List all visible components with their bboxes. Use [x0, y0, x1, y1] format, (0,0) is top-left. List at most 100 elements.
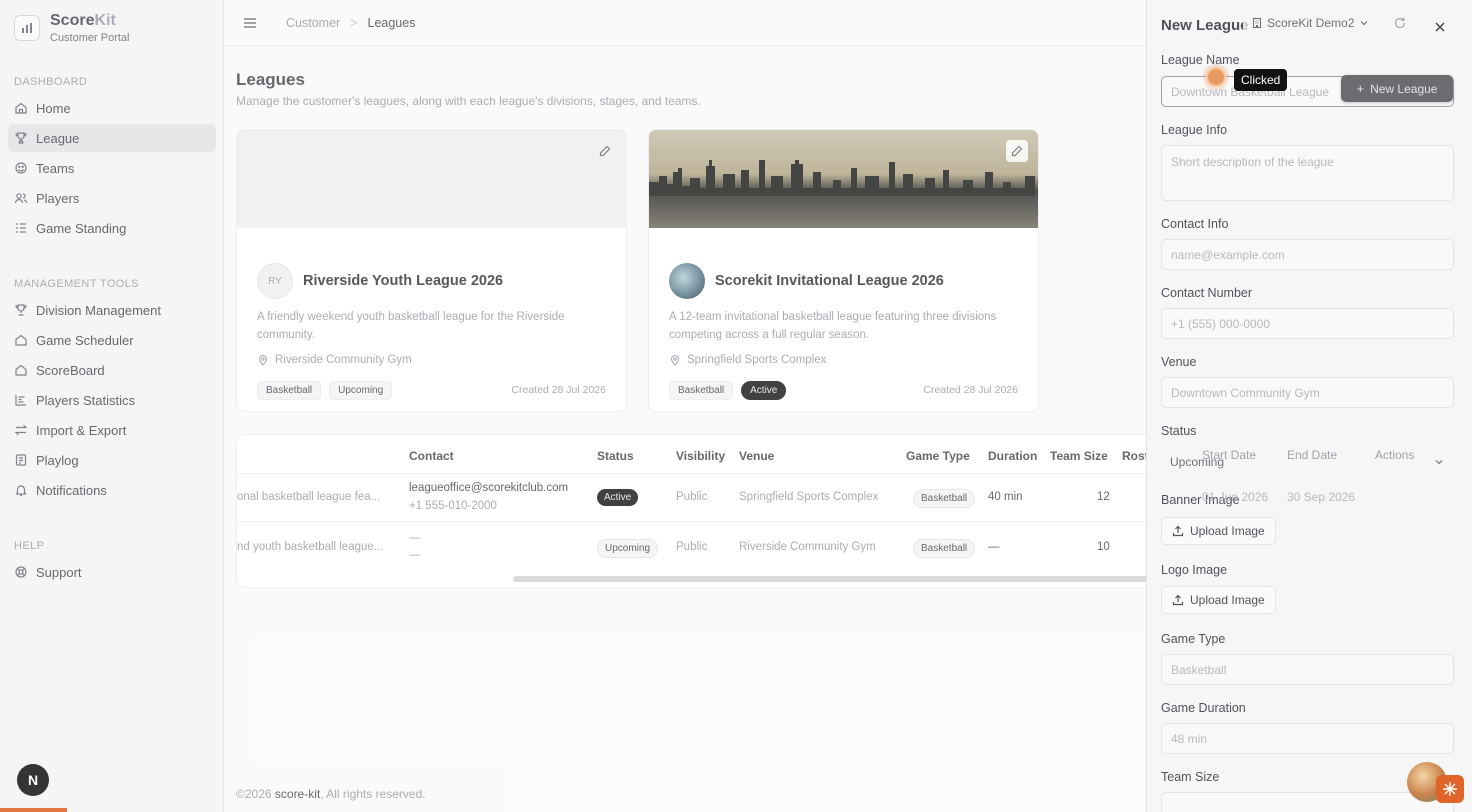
progress-bar	[0, 808, 67, 812]
ghost-actions-header: Actions	[1375, 448, 1415, 462]
hamburger-menu-icon[interactable]	[242, 15, 258, 31]
status-label: Status	[1161, 424, 1197, 438]
brand-name: ScoreKit	[50, 12, 116, 29]
sidebar-item-support[interactable]: Support	[8, 558, 216, 586]
league-info-label: League Info	[1161, 123, 1228, 137]
home-icon	[14, 363, 28, 377]
edit-pencil-icon[interactable]	[1006, 140, 1028, 162]
brand[interactable]: ScoreKit Customer Portal	[0, 0, 223, 56]
sidebar-item-label: Players	[36, 190, 80, 206]
sidebar-item-notifications[interactable]: Notifications	[8, 476, 216, 504]
teams-icon	[14, 161, 28, 175]
sidebar-item-teams[interactable]: Teams	[8, 154, 216, 182]
league-info-textarea[interactable]	[1161, 145, 1454, 201]
league-card-description: A friendly weekend youth basketball leag…	[257, 311, 565, 341]
sidebar: ScoreKit Customer Portal DASHBOARD Home …	[0, 0, 224, 812]
league-banner-photo	[649, 130, 1038, 228]
cell-email: leagueoffice@scorekitclub.com	[409, 482, 569, 494]
page-subtitle: Manage the customer's leagues, along wit…	[236, 94, 701, 108]
league-card-title[interactable]: Riverside Youth League 2026	[303, 273, 503, 289]
home-icon	[14, 101, 28, 115]
logo-image-label: Logo Image	[1161, 563, 1228, 577]
ghost-start-date: 01 Jun 2026	[1202, 490, 1269, 504]
cell-phone: +1 555-010-2000	[409, 500, 497, 512]
contact-number-input[interactable]	[1161, 308, 1454, 339]
sidebar-item-import-export[interactable]: Import & Export	[8, 416, 216, 444]
map-pin-icon	[258, 354, 268, 366]
lifebuoy-icon	[14, 565, 28, 579]
column-header-duration[interactable]: Duration	[988, 449, 1037, 463]
click-indicator	[1206, 67, 1226, 87]
league-card[interactable]: RY Riverside Youth League 2026 A friendl…	[236, 129, 627, 412]
ghost-end-date-header: End Date	[1287, 448, 1338, 462]
org-switcher[interactable]: ScoreKit Demo2	[1243, 14, 1379, 32]
sidebar-item-playlog[interactable]: Playlog	[8, 446, 216, 474]
cell-phone: —	[409, 549, 421, 561]
sidebar-item-label: Teams	[36, 160, 75, 176]
new-league-button[interactable]: + New League	[1341, 75, 1453, 102]
refresh-icon[interactable]	[1391, 14, 1409, 32]
building-icon	[1252, 17, 1262, 29]
footer-link[interactable]: score-kit	[275, 787, 320, 801]
league-card[interactable]: Scorekit Invitational League 2026 A 12-t…	[648, 129, 1039, 412]
game-type-input[interactable]	[1161, 654, 1454, 685]
sidebar-item-label: Import & Export	[36, 422, 127, 438]
breadcrumb: Customer > Leagues	[286, 16, 415, 30]
league-card-location: Springfield Sports Complex	[669, 354, 826, 366]
status-badge: Upcoming	[329, 381, 393, 400]
sparkle-icon[interactable]	[1436, 775, 1464, 803]
column-header-contact[interactable]: Contact	[409, 449, 454, 463]
log-icon	[14, 453, 28, 467]
brand-logo-icon	[14, 15, 40, 41]
sidebar-item-game-standing[interactable]: Game Standing	[8, 214, 216, 242]
team-size-input[interactable]	[1161, 792, 1454, 812]
sidebar-item-scoreboard[interactable]: ScoreBoard	[8, 356, 216, 384]
sidebar-item-players[interactable]: Players	[8, 184, 216, 212]
column-header-game-type[interactable]: Game Type	[906, 449, 970, 463]
sidebar-item-players-statistics[interactable]: Players Statistics	[8, 386, 216, 414]
breadcrumb-separator: >	[350, 15, 358, 30]
league-logo-avatar	[669, 263, 705, 299]
chart-icon	[14, 393, 28, 407]
status-badge: Upcoming	[597, 539, 659, 558]
column-header-venue[interactable]: Venue	[739, 449, 774, 463]
banner-upload-button[interactable]: Upload Image	[1161, 517, 1276, 545]
venue-label: Venue	[1161, 355, 1197, 369]
game-type-label: Game Type	[1161, 632, 1226, 646]
edit-pencil-icon[interactable]	[594, 140, 616, 162]
footer: ©2026 score-kit, All rights reserved.	[236, 787, 426, 801]
cell-description: nd youth basketball league...	[237, 541, 384, 553]
ghost-start-date-header: Start Date	[1202, 448, 1257, 462]
topbar: Customer > Leagues	[224, 0, 1146, 46]
league-initials-avatar: RY	[257, 263, 293, 299]
user-avatar[interactable]: N	[17, 764, 49, 796]
breadcrumb-parent[interactable]: Customer	[286, 16, 340, 30]
league-card-title[interactable]: Scorekit Invitational League 2026	[715, 273, 944, 289]
team-size-label: Team Size	[1161, 770, 1220, 784]
sidebar-item-division-management[interactable]: Division Management	[8, 296, 216, 324]
column-header-team-size[interactable]: Team Size	[1050, 449, 1108, 463]
chevron-down-icon	[1360, 21, 1368, 26]
contact-info-input[interactable]	[1161, 239, 1454, 270]
cell-visibility: Public	[676, 541, 708, 553]
users-icon	[14, 191, 28, 205]
sidebar-item-label: Notifications	[36, 482, 107, 498]
close-icon[interactable]	[1431, 18, 1449, 36]
logo-upload-button[interactable]: Upload Image	[1161, 586, 1276, 614]
horizontal-scrollbar[interactable]	[513, 576, 1153, 582]
home-icon	[14, 333, 28, 347]
sidebar-item-home[interactable]: Home	[8, 94, 216, 122]
plus-icon: +	[1356, 81, 1365, 96]
game-duration-input[interactable]	[1161, 723, 1454, 754]
sidebar-item-label: Game Scheduler	[36, 332, 134, 348]
venue-input[interactable]	[1161, 377, 1454, 408]
sidebar-item-game-scheduler[interactable]: Game Scheduler	[8, 326, 216, 354]
column-header-visibility[interactable]: Visibility	[676, 449, 725, 463]
ghost-end-date: 30 Sep 2026	[1287, 490, 1356, 504]
league-name-label: League Name	[1161, 53, 1240, 67]
sidebar-item-label: League	[36, 130, 80, 146]
new-league-drawer: New League ScoreKit Demo2 League Name +N…	[1146, 0, 1472, 812]
sidebar-item-league[interactable]: League	[8, 124, 216, 152]
cell-duration: 40 min	[988, 491, 1023, 503]
column-header-status[interactable]: Status	[597, 449, 634, 463]
